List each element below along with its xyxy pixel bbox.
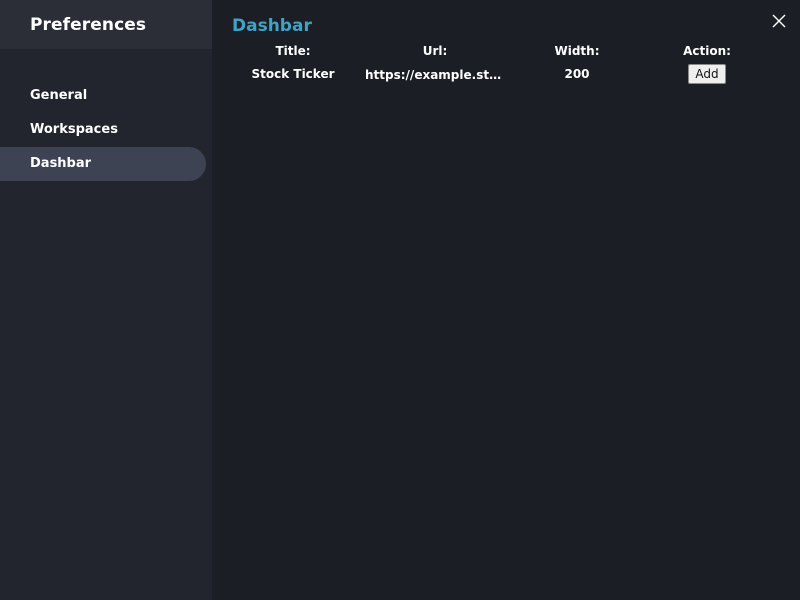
row-width: 200	[564, 67, 590, 82]
column-header-width: Width:	[554, 44, 600, 58]
preferences-window: Preferences General Workspaces Dashbar D…	[0, 0, 800, 600]
dashbar-table: Title: Url: Width: Action: Stock Ticker …	[232, 40, 776, 87]
sidebar-item-general[interactable]: General	[0, 79, 206, 113]
row-title: Stock Ticker	[251, 67, 335, 82]
column-header-url: Url:	[422, 44, 448, 58]
column-header-action: Action:	[683, 44, 731, 58]
sidebar-item-dashbar[interactable]: Dashbar	[0, 147, 206, 181]
close-icon	[772, 14, 786, 28]
page-title: Dashbar	[232, 16, 312, 36]
sidebar-item-workspaces[interactable]: Workspaces	[0, 113, 206, 147]
main-panel: Dashbar Title: Url: Width: Action: Stock…	[212, 0, 800, 600]
sidebar-title: Preferences	[30, 14, 147, 35]
column-header-title: Title:	[275, 44, 311, 58]
table-row: Stock Ticker https://example.stock... 20…	[232, 62, 776, 87]
add-button[interactable]: Add	[688, 64, 726, 85]
sidebar: Preferences General Workspaces Dashbar	[0, 0, 212, 600]
sidebar-header: Preferences	[0, 0, 212, 49]
table-header-row: Title: Url: Width: Action:	[232, 40, 776, 62]
row-action-cell: Add	[638, 62, 776, 87]
row-url-cell: https://example.stock...	[354, 62, 516, 87]
close-button[interactable]	[771, 13, 787, 29]
row-url: https://example.stock...	[365, 67, 505, 82]
sidebar-nav: General Workspaces Dashbar	[0, 49, 212, 181]
